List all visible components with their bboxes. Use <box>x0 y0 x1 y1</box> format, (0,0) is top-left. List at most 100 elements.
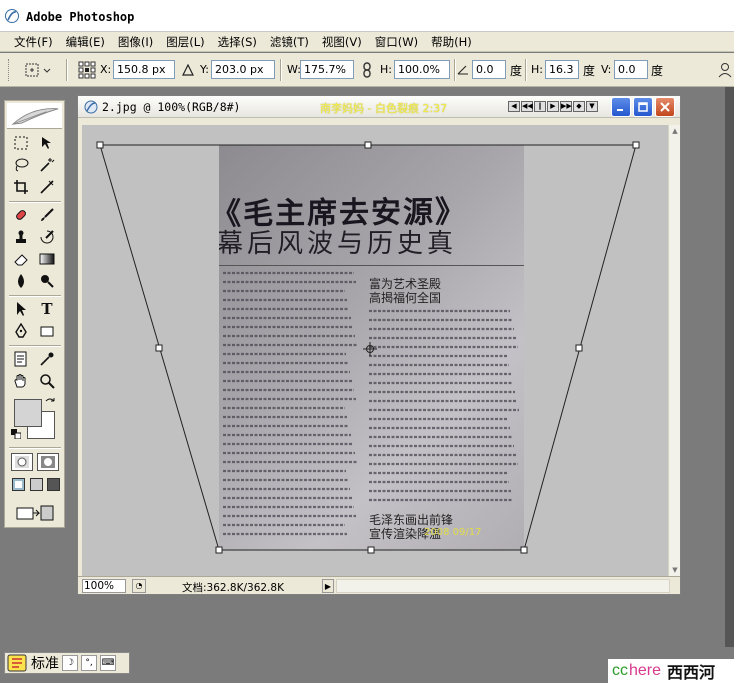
punctuation-icon[interactable]: °, <box>81 655 97 671</box>
document-statusbar: 100% ◔ 文档:362.8K/362.8K ▶ <box>78 576 680 594</box>
horizontal-scrollbar[interactable] <box>336 579 670 593</box>
hskew-field[interactable]: 16.3 <box>545 60 579 79</box>
blur-tool-icon[interactable] <box>9 271 33 291</box>
height-field[interactable]: 100.0% <box>394 60 450 79</box>
magic-wand-tool-icon[interactable] <box>35 155 59 175</box>
move-tool-icon[interactable] <box>35 133 59 153</box>
notes-tool-icon[interactable] <box>9 349 33 369</box>
ime-mode-label[interactable]: 标准 <box>31 653 59 673</box>
menu-window[interactable]: 窗口(W) <box>371 32 422 52</box>
menu-view[interactable]: 视图(V) <box>318 32 366 52</box>
zoom-field[interactable]: 100% <box>82 579 126 593</box>
minimize-button[interactable] <box>611 97 631 117</box>
zoom-tool-icon[interactable] <box>35 371 59 391</box>
play-icon[interactable]: ▶ <box>547 101 559 112</box>
newspaper-rule <box>219 265 524 266</box>
close-button[interactable] <box>655 97 675 117</box>
navigator-icon[interactable]: ◔ <box>132 579 146 593</box>
menu-filter[interactable]: 滤镜(T) <box>266 32 313 52</box>
status-menu-arrow-icon[interactable]: ▶ <box>322 579 334 593</box>
vertical-scrollbar[interactable]: ▲ ▼ <box>668 125 680 576</box>
x-label: X: <box>100 63 112 76</box>
handle-middle-left <box>155 344 163 352</box>
foreground-color-swatch[interactable] <box>14 399 42 427</box>
y-label: Y: <box>200 63 209 76</box>
handle-bottom-left <box>215 546 223 554</box>
photoshop-document-icon <box>84 100 98 114</box>
marker-icon[interactable]: ◆ <box>573 101 585 112</box>
eraser-tool-icon[interactable] <box>9 249 33 269</box>
feather-logo-icon[interactable] <box>7 103 62 129</box>
link-chain-icon[interactable] <box>362 62 372 78</box>
menu-file[interactable]: 文件(F) <box>10 32 57 52</box>
width-field[interactable]: 175.7% <box>300 60 354 79</box>
ime-logo-icon[interactable] <box>7 654 27 672</box>
vskew-field[interactable]: 0.0 <box>614 60 648 79</box>
history-brush-tool-icon[interactable] <box>35 227 59 247</box>
standard-screen-mode-icon[interactable] <box>11 477 25 491</box>
y-field[interactable]: 203.0 px <box>211 60 275 79</box>
scroll-down-icon[interactable]: ▼ <box>670 565 680 575</box>
jump-to-imageready-icon[interactable] <box>13 503 57 523</box>
options-separator <box>280 59 282 81</box>
brand-cc: cc <box>612 662 628 679</box>
healing-brush-tool-icon[interactable] <box>9 205 33 225</box>
vskew-label: V: <box>601 63 612 76</box>
forward-icon[interactable]: ▶▶ <box>560 101 572 112</box>
options-separator <box>454 59 456 81</box>
crop-tool-icon[interactable] <box>9 177 33 197</box>
x-field[interactable]: 150.8 px <box>113 60 175 79</box>
type-tool-icon[interactable]: T <box>35 299 59 319</box>
full-screen-mode-icon[interactable] <box>46 477 60 491</box>
swap-colors-icon[interactable] <box>44 397 56 409</box>
gradient-tool-icon[interactable] <box>35 249 59 269</box>
commit-transform-icon[interactable] <box>718 62 732 78</box>
pause-icon[interactable]: ‖ <box>534 101 546 112</box>
app-title: Adobe Photoshop <box>26 10 135 24</box>
marquee-tool-icon[interactable] <box>9 133 33 153</box>
angle-unit: 度 <box>510 64 523 78</box>
angle-field[interactable]: 0.0 <box>472 60 506 79</box>
tool-preset-picker-icon[interactable] <box>22 60 56 80</box>
hskew-label: H: <box>531 63 543 76</box>
options-grip[interactable] <box>8 59 11 81</box>
image-layer[interactable]: 《毛主席去安源》 幕后风波与历史真 富为艺术圣殿 高揭福何全国 毛泽东画出前锋 … <box>219 145 524 550</box>
menu-help[interactable]: 帮助(H) <box>427 32 476 52</box>
path-selection-tool-icon[interactable] <box>9 299 33 319</box>
rewind-icon[interactable]: ◀◀ <box>521 101 533 112</box>
toolbox-divider <box>9 295 61 297</box>
hand-tool-icon[interactable] <box>9 371 33 391</box>
clone-stamp-tool-icon[interactable] <box>9 227 33 247</box>
pen-tool-icon[interactable] <box>9 321 33 341</box>
half-width-moon-icon[interactable]: ☽ <box>62 655 78 671</box>
reference-point-icon[interactable] <box>78 61 96 79</box>
slice-tool-icon[interactable] <box>35 177 59 197</box>
toolbox-divider <box>9 447 61 449</box>
vskew-unit: 度 <box>651 64 664 78</box>
rectangle-tool-icon[interactable] <box>35 321 59 341</box>
prev-icon[interactable]: ◀ <box>508 101 520 112</box>
document-titlebar[interactable]: 2.jpg @ 100%(RGB/8#) 南李妈妈 - 白色裂痕 2:37 ◀ … <box>78 96 680 118</box>
h-label: H: <box>380 63 392 76</box>
w-label: W: <box>287 63 301 76</box>
scroll-up-icon[interactable]: ▲ <box>670 126 680 136</box>
soft-keyboard-icon[interactable]: ⌨ <box>100 655 116 671</box>
lasso-tool-icon[interactable] <box>9 155 33 175</box>
full-screen-menu-mode-icon[interactable] <box>29 477 43 491</box>
relative-position-icon[interactable] <box>182 64 194 76</box>
menu-image[interactable]: 图像(I) <box>114 32 157 52</box>
eyedropper-tool-icon[interactable] <box>35 349 59 369</box>
handle-middle-right <box>575 344 583 352</box>
quick-mask-mode-icon[interactable] <box>37 453 59 471</box>
menu-select[interactable]: 选择(S) <box>214 32 261 52</box>
brush-tool-icon[interactable] <box>35 205 59 225</box>
standard-mode-icon[interactable] <box>11 453 33 471</box>
maximize-button[interactable] <box>633 97 653 117</box>
palette-well-edge <box>690 87 726 647</box>
menu-edit[interactable]: 编辑(E) <box>62 32 109 52</box>
menu-arrow-icon[interactable]: ▼ <box>586 101 598 112</box>
dodge-tool-icon[interactable] <box>35 271 59 291</box>
toolbox: T <box>4 100 65 528</box>
menu-layer[interactable]: 图层(L) <box>162 32 208 52</box>
default-colors-icon[interactable] <box>11 429 21 439</box>
